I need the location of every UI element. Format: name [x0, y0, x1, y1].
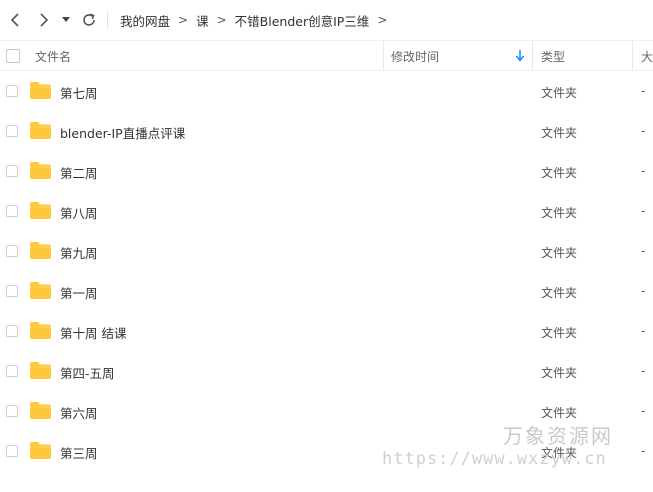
folder-icon — [30, 282, 51, 299]
file-size: - — [641, 364, 646, 378]
column-divider[interactable] — [383, 41, 384, 71]
file-size: - — [641, 284, 646, 298]
file-type: 文件夹 — [541, 286, 578, 300]
breadcrumb: 我的网盘 > 课 > 不错Blender创意IP三维 > — [120, 10, 395, 30]
table-row[interactable]: 第十周 结课 文件夹 - — [0, 311, 653, 351]
file-name[interactable]: 第八周 — [60, 203, 98, 222]
row-checkbox[interactable] — [6, 405, 18, 417]
select-all-checkbox[interactable] — [6, 49, 20, 63]
caret-down-icon — [62, 17, 70, 22]
row-checkbox[interactable] — [6, 245, 18, 257]
file-type: 文件夹 — [541, 166, 578, 180]
row-checkbox[interactable] — [6, 85, 18, 97]
row-checkbox[interactable] — [6, 365, 18, 377]
folder-icon — [30, 202, 51, 219]
table-row[interactable]: 第七周 文件夹 - — [0, 71, 653, 111]
column-header-type[interactable]: 类型 — [541, 48, 565, 65]
file-type: 文件夹 — [541, 206, 578, 220]
file-name[interactable]: 第六周 — [60, 403, 98, 422]
file-list-header: 文件名 修改时间 类型 大 — [0, 40, 653, 71]
watermark-title: 万象资源网 — [503, 424, 613, 448]
column-divider[interactable] — [632, 41, 633, 71]
file-name[interactable]: blender-IP直播点评课 — [60, 123, 185, 142]
arrow-down-icon[interactable] — [515, 50, 525, 62]
back-button[interactable] — [4, 8, 26, 32]
breadcrumb-separator: > — [178, 13, 189, 27]
file-size: - — [641, 164, 646, 178]
table-row[interactable]: 第四-五周 文件夹 - — [0, 351, 653, 391]
file-type: 文件夹 — [541, 246, 578, 260]
column-divider[interactable] — [532, 41, 533, 71]
breadcrumb-item[interactable]: 课 — [196, 11, 209, 30]
table-row[interactable]: blender-IP直播点评课 文件夹 - — [0, 111, 653, 151]
file-size: - — [641, 124, 646, 138]
file-size: - — [641, 84, 646, 98]
table-row[interactable]: 第八周 文件夹 - — [0, 191, 653, 231]
column-header-modified[interactable]: 修改时间 — [391, 48, 439, 65]
file-name[interactable]: 第九周 — [60, 243, 98, 262]
folder-icon — [30, 162, 51, 179]
row-checkbox[interactable] — [6, 285, 18, 297]
table-row[interactable]: 第二周 文件夹 - — [0, 151, 653, 191]
chevron-left-icon — [10, 13, 19, 27]
table-row[interactable]: 第九周 文件夹 - — [0, 231, 653, 271]
file-size: - — [641, 244, 646, 258]
row-checkbox[interactable] — [6, 205, 18, 217]
navigation-bar: 我的网盘 > 课 > 不错Blender创意IP三维 > — [0, 0, 653, 40]
folder-icon — [30, 122, 51, 139]
file-type: 文件夹 — [541, 326, 578, 340]
column-header-name[interactable]: 文件名 — [35, 48, 71, 65]
file-name[interactable]: 第四-五周 — [60, 363, 115, 382]
breadcrumb-item[interactable]: 不错Blender创意IP三维 — [235, 11, 370, 30]
forward-button[interactable] — [33, 8, 55, 32]
history-dropdown-button[interactable] — [58, 8, 74, 32]
row-checkbox[interactable] — [6, 325, 18, 337]
file-type: 文件夹 — [541, 86, 578, 100]
folder-icon — [30, 82, 51, 99]
row-checkbox[interactable] — [6, 125, 18, 137]
breadcrumb-separator: > — [216, 13, 227, 27]
file-name[interactable]: 第二周 — [60, 163, 98, 182]
nav-separator — [107, 11, 108, 29]
refresh-icon — [83, 13, 95, 26]
folder-icon — [30, 242, 51, 259]
chevron-right-icon — [40, 13, 49, 27]
file-type: 文件夹 — [541, 126, 578, 140]
file-size: - — [641, 204, 646, 218]
folder-icon — [30, 322, 51, 339]
breadcrumb-separator: > — [377, 13, 388, 27]
file-name[interactable]: 第七周 — [60, 83, 98, 102]
file-size: - — [641, 404, 646, 418]
folder-icon — [30, 442, 51, 459]
row-checkbox[interactable] — [6, 165, 18, 177]
refresh-button[interactable] — [78, 8, 100, 32]
file-manager-window: 我的网盘 > 课 > 不错Blender创意IP三维 > 文件名 修改时间 类型… — [0, 0, 653, 492]
table-row[interactable]: 第一周 文件夹 - — [0, 271, 653, 311]
row-checkbox[interactable] — [6, 445, 18, 457]
folder-icon — [30, 402, 51, 419]
file-size: - — [641, 444, 646, 458]
file-size: - — [641, 324, 646, 338]
file-type: 文件夹 — [541, 406, 578, 420]
breadcrumb-item[interactable]: 我的网盘 — [120, 11, 170, 30]
folder-icon — [30, 362, 51, 379]
file-type: 文件夹 — [541, 366, 578, 380]
file-name[interactable]: 第十周 结课 — [60, 323, 126, 342]
watermark-url: https://www.wxzyw.cn — [382, 449, 607, 469]
column-header-size[interactable]: 大 — [641, 48, 653, 65]
file-name[interactable]: 第三周 — [60, 443, 98, 462]
file-name[interactable]: 第一周 — [60, 283, 98, 302]
